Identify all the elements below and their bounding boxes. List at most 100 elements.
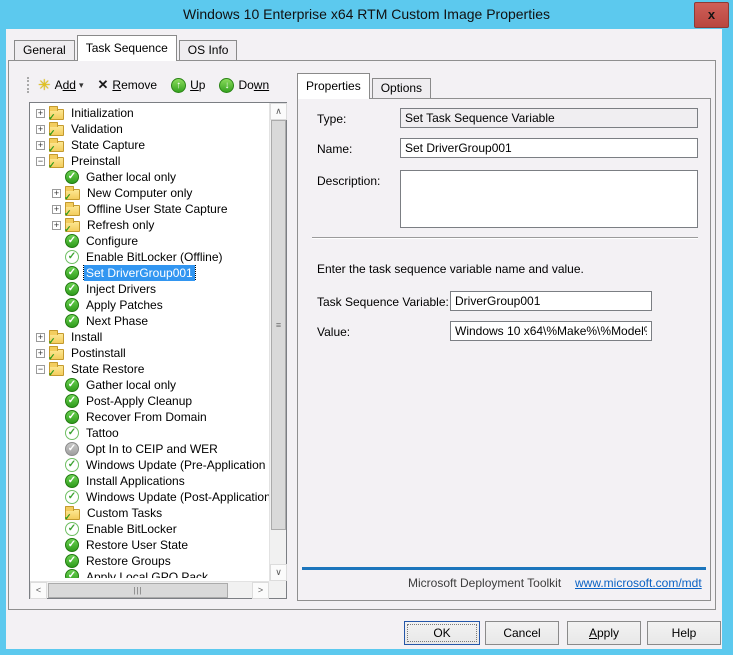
remove-x-icon: ✕ [97,77,108,93]
tree-item[interactable]: ✓Enable BitLocker [30,521,269,537]
tree-item-label: Offline User State Capture [85,201,230,217]
tree-item[interactable]: ✓Gather local only [30,169,269,185]
folder-icon [49,141,64,152]
add-dropdown-icon[interactable]: ▾ [79,80,84,91]
check-light-icon: ✓ [65,522,79,536]
tree-item-label: Gather local only [84,169,178,185]
tree-toolbar: ✳ Add ▾ ✕ Remove ↑ Up ↓ Down [27,73,283,97]
tab-general[interactable]: General [14,40,75,60]
check-green-icon: ✓ [65,538,79,552]
cancel-button[interactable]: Cancel [485,621,559,645]
collapse-toggle-icon[interactable]: − [36,365,45,374]
name-input[interactable] [400,138,698,158]
variable-label: Task Sequence Variable: [317,295,449,309]
type-field: Set Task Sequence Variable [400,108,698,128]
folder-icon [49,157,64,168]
tree-item-label: Initialization [69,105,136,121]
help-button[interactable]: Help [647,621,721,645]
close-icon: x [708,7,715,22]
mdt-accent-line [302,567,706,570]
tab-task-sequence[interactable]: Task Sequence [77,35,177,61]
tab-options[interactable]: Options [372,78,431,98]
expand-toggle-icon[interactable]: + [52,221,61,230]
mdt-link[interactable]: www.microsoft.com/mdt [575,576,702,590]
tree-item[interactable]: ✓Tattoo [30,425,269,441]
expand-toggle-icon[interactable]: + [36,125,45,134]
remove-button[interactable]: ✕ Remove [97,77,157,93]
vertical-scroll-thumb[interactable]: ≡ [271,120,286,530]
horizontal-scrollbar[interactable]: < ||| > [30,581,269,598]
titlebar[interactable]: Windows 10 Enterprise x64 RTM Custom Ima… [0,0,733,29]
expand-toggle-icon[interactable]: + [36,141,45,150]
tree-item[interactable]: ✓Install Applications [30,473,269,489]
expand-toggle-icon[interactable]: + [36,349,45,358]
remove-label: Remove [112,78,157,92]
tree-item[interactable]: ✓ Set DriverGroup001 [30,265,269,281]
description-label: Description: [317,174,380,188]
collapse-toggle-icon[interactable]: − [36,157,45,166]
check-green-icon: ✓ [65,474,79,488]
expand-toggle-icon[interactable]: + [36,333,45,342]
tree-item[interactable]: Custom Tasks [30,505,269,521]
scroll-down-button[interactable]: ∨ [270,564,287,581]
variable-input[interactable] [450,291,652,311]
close-button[interactable]: x [694,2,729,28]
tree-item-label: Install [69,329,104,345]
check-gray-icon: ✓ [65,442,79,456]
tree-item[interactable]: ✓Next Phase [30,313,269,329]
tree-item-label: Opt In to CEIP and WER [84,441,220,457]
horizontal-scroll-thumb[interactable]: ||| [48,583,228,598]
expand-toggle-icon[interactable]: + [36,109,45,118]
tree-item-label: Set DriverGroup001 [84,265,195,281]
tree-item[interactable]: ✓Apply Patches [30,297,269,313]
tree-item[interactable]: + Validation [30,121,269,137]
ok-button[interactable]: OK [404,621,480,645]
tree-item[interactable]: − State Restore [30,361,269,377]
tab-os-info[interactable]: OS Info [179,40,238,60]
tree-item[interactable]: ✓ Opt In to CEIP and WER [30,441,269,457]
tree-item[interactable]: + Offline User State Capture [30,201,269,217]
main-tab-strip: General Task Sequence OS Info [14,38,239,60]
expand-toggle-icon[interactable]: + [52,205,61,214]
mdt-brand-text: Microsoft Deployment Toolkit [408,576,561,590]
tree-item-label: Restore Groups [84,553,173,569]
tree-item-label: Post-Apply Cleanup [84,393,194,409]
value-input[interactable] [450,321,652,341]
tree-item[interactable]: ✓Configure [30,233,269,249]
tree-item[interactable]: + Install [30,329,269,345]
tree-item[interactable]: ✓Enable BitLocker (Offline) [30,249,269,265]
tree-item[interactable]: ✓Restore Groups [30,553,269,569]
up-button[interactable]: ↑ Up [171,78,205,93]
expand-toggle-icon[interactable]: + [52,189,61,198]
tree-item[interactable]: ✓Windows Update (Pre-Application Inst [30,457,269,473]
tree-item[interactable]: ✓Apply Local GPO Pack [30,569,269,578]
tree-item[interactable]: ✓Inject Drivers [30,281,269,297]
tab-properties[interactable]: Properties [297,73,370,99]
down-button[interactable]: ↓ Down [219,78,269,93]
scroll-right-button[interactable]: > [252,582,269,599]
tree-item-label: Configure [84,233,140,249]
description-input[interactable] [400,170,698,228]
scroll-up-button[interactable]: ∧ [270,103,287,120]
scroll-left-button[interactable]: < [30,582,47,599]
name-label: Name: [317,142,352,156]
up-arrow-icon: ↑ [171,78,186,93]
tree-item[interactable]: −Preinstall [30,153,269,169]
tree-item[interactable]: ✓Recover From Domain [30,409,269,425]
tree-item[interactable]: +New Computer only [30,185,269,201]
tree-item-label: Validation [69,121,125,137]
tree-item[interactable]: +Postinstall [30,345,269,361]
apply-button[interactable]: Apply [567,621,641,645]
thumb-grip-icon: ||| [133,586,142,595]
tree-item[interactable]: ✓Windows Update (Post-Application Ins [30,489,269,505]
vertical-scrollbar[interactable]: ∧ ≡ ∨ [269,103,286,581]
tree-item[interactable]: + Initialization [30,105,269,121]
check-green-icon: ✓ [65,266,79,280]
tree-item[interactable]: ✓Restore User State [30,537,269,553]
tree-item[interactable]: ✓Gather local only [30,377,269,393]
tree-item[interactable]: +State Capture [30,137,269,153]
tree-item[interactable]: +Refresh only [30,217,269,233]
tree-item[interactable]: ✓Post-Apply Cleanup [30,393,269,409]
add-button[interactable]: ✳ Add ▾ [38,76,83,94]
tree-item-label: State Restore [69,361,146,377]
